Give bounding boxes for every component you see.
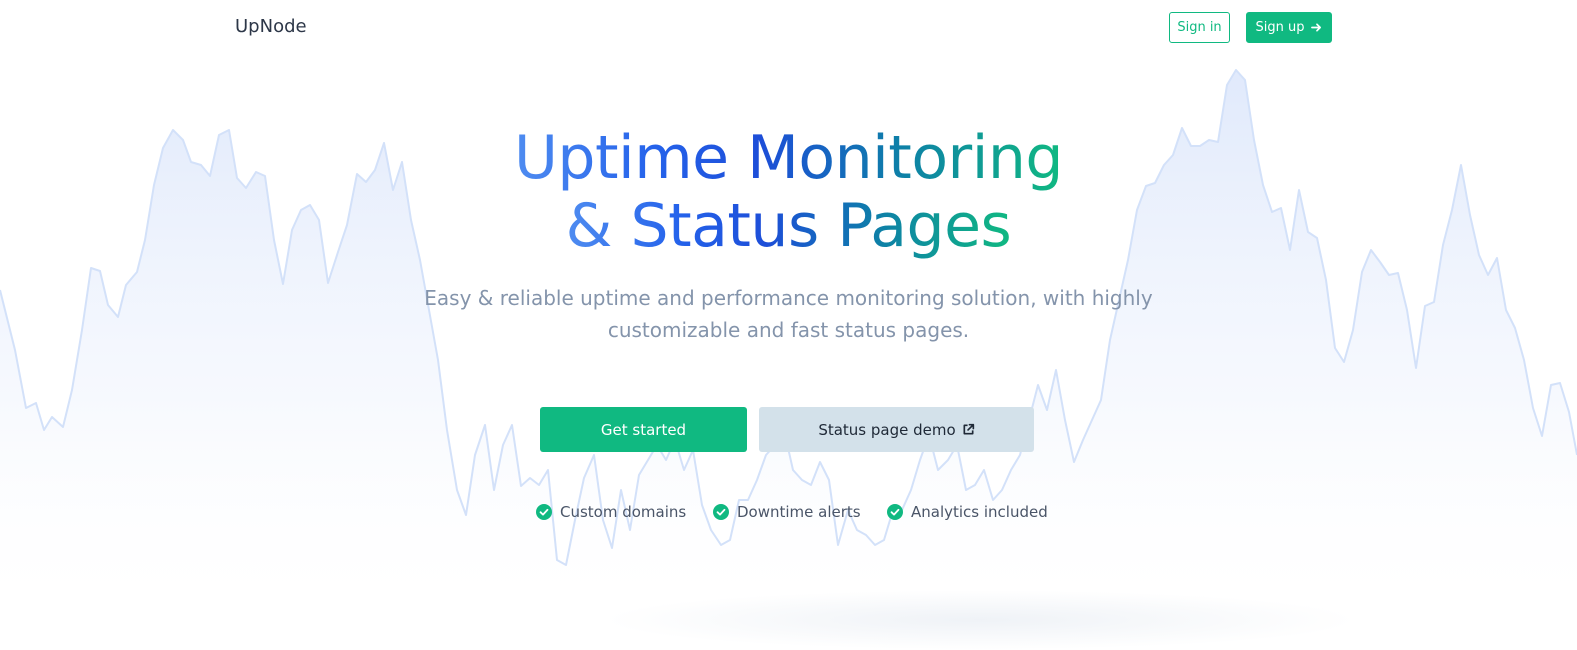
sign-up-button[interactable]: Sign up — [1246, 12, 1332, 43]
brand-logo[interactable]: UpNode — [235, 16, 307, 37]
feature-label: Downtime alerts — [737, 503, 861, 521]
status-page-demo-label: Status page demo — [818, 420, 956, 439]
get-started-label: Get started — [600, 420, 687, 439]
hero-title-text-2: & Status Pages — [565, 191, 1012, 261]
feature-list: Custom domains Downtime alerts Analytics… — [0, 500, 1577, 524]
bottom-shadow — [600, 590, 1360, 650]
sign-in-button[interactable]: Sign in — [1169, 12, 1230, 43]
sign-up-label: Sign up — [1255, 20, 1305, 35]
sign-in-label: Sign in — [1177, 20, 1222, 35]
get-started-button[interactable]: Get started — [540, 407, 747, 452]
check-circle-icon — [887, 504, 903, 520]
external-link-icon — [962, 423, 975, 436]
feature-label: Custom domains — [560, 503, 687, 521]
feature-item-downtime-alerts: Downtime alerts — [713, 500, 861, 524]
check-circle-icon — [713, 504, 729, 520]
hero-subtitle-line-2: customizable and fast status pages. — [607, 318, 970, 342]
feature-label: Analytics included — [911, 503, 1048, 521]
feature-item-analytics-included: Analytics included — [887, 500, 1048, 524]
hero-title-line-2: & Status Pages — [0, 190, 1577, 262]
hero-subtitle-line-1: Easy & reliable uptime and performance m… — [424, 286, 1153, 310]
status-page-demo-button[interactable]: Status page demo — [759, 407, 1034, 452]
arrow-right-icon — [1311, 22, 1322, 33]
hero-title-text-1: Uptime Monitoring — [514, 123, 1064, 193]
check-circle-icon — [536, 504, 552, 520]
hero-title-line-1: Uptime Monitoring — [0, 122, 1577, 194]
feature-item-custom-domains: Custom domains — [536, 500, 686, 524]
